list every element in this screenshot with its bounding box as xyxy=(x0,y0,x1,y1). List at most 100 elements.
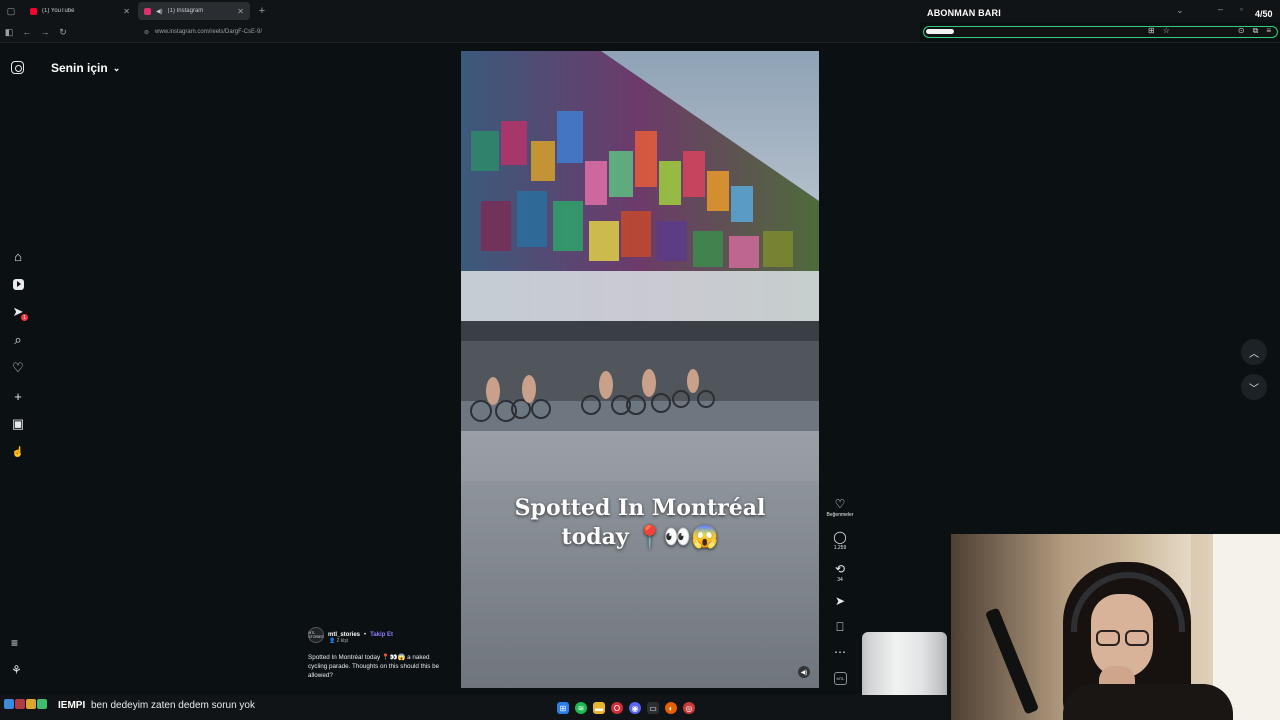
instagram-favicon-icon xyxy=(144,7,151,15)
home-icon[interactable]: ⌂ xyxy=(9,247,27,265)
feed-title: Senin için xyxy=(51,61,108,75)
repost-count: 34 xyxy=(837,577,843,583)
tab-title: (1) Instagram xyxy=(167,8,204,14)
meta-apps-icon[interactable]: ⚘ xyxy=(11,663,22,677)
sidebar-toggle-icon[interactable]: ◧ xyxy=(0,23,18,41)
separator-dot: • xyxy=(364,632,367,638)
menu-icon[interactable]: ≡ xyxy=(11,636,18,650)
reel-video[interactable]: Spotted In Montréal today 📍👀😱 ◀) xyxy=(461,51,819,688)
create-icon[interactable]: + xyxy=(9,387,27,405)
badge-icon xyxy=(4,699,14,709)
firefox-icon[interactable]: ◐ xyxy=(665,702,677,714)
previous-reel-button[interactable]: ︿ xyxy=(1241,339,1267,365)
speaker-icon[interactable]: ◀) xyxy=(156,8,163,15)
chevron-down-icon: ﹀ xyxy=(1249,383,1259,395)
share-button[interactable]: ➤ xyxy=(826,594,854,608)
reel-info: MTL STORIES mtl_stories • Takip Et 👤 2 k… xyxy=(308,627,448,680)
reels-icon[interactable] xyxy=(9,275,27,293)
close-tab-icon[interactable]: ✕ xyxy=(237,7,244,16)
tab-instagram[interactable]: ◀) (1) Instagram ✕ xyxy=(138,2,250,20)
back-icon[interactable]: ← xyxy=(18,23,36,41)
subscription-progress-bar: ⊞ ☆ ⊙ ⧉ ≡ xyxy=(923,26,1278,38)
like-button[interactable]: ♡ Beğenmeler xyxy=(826,497,854,518)
badge-icon xyxy=(26,699,36,709)
opera-icon[interactable]: O xyxy=(611,702,623,714)
new-tab-button[interactable]: + xyxy=(254,5,270,17)
caption-line-2: today 📍👀😱 xyxy=(561,524,719,550)
windows-start-icon[interactable]: ⊞ xyxy=(557,702,569,714)
taskbar-apps: ⊞ ≋ ▬ O ◉ ▭ ◐ ◎ xyxy=(557,702,695,714)
address-bar: ◧ ← → ↻ ⊜ www.instagram.com/reels/DargF-… xyxy=(0,22,920,42)
bookmark-icon: ⎕ xyxy=(836,620,844,634)
url-field[interactable]: ⊜ www.instagram.com/reels/DargF-CsE-9/ xyxy=(144,29,262,36)
badge-icon xyxy=(15,699,25,709)
dashboard-icon[interactable]: ▣ xyxy=(9,415,27,433)
terminal-icon[interactable]: ▭ xyxy=(647,702,659,714)
badge-icon xyxy=(37,699,47,709)
send-icon: ➤ xyxy=(834,594,846,608)
mute-button[interactable]: ◀) xyxy=(798,666,810,678)
chat-badges xyxy=(4,699,47,709)
subscription-bar-title: ABONMAN BARI xyxy=(927,8,1001,18)
audio-thumbnail[interactable]: MTL xyxy=(834,672,847,685)
messages-icon[interactable]: ➤ 1 xyxy=(9,303,28,321)
caption-line-1: Spotted In Montréal xyxy=(514,495,766,521)
reload-icon[interactable]: ↻ xyxy=(54,23,72,41)
next-reel-button[interactable]: ﹀ xyxy=(1241,374,1267,400)
chevron-down-icon: ⌄ xyxy=(112,62,121,73)
repost-button[interactable]: ⟲ 34 xyxy=(826,562,854,583)
discord-icon[interactable]: ◉ xyxy=(629,702,641,714)
comment-count: 1.259 xyxy=(833,545,847,551)
profile-avatar-icon[interactable]: ☝ xyxy=(9,443,27,461)
minimize-icon[interactable]: – xyxy=(1218,4,1223,14)
tab-title: (1) YouTube xyxy=(42,8,75,14)
youtube-favicon-icon xyxy=(30,7,37,15)
repost-icon: ⟲ xyxy=(834,562,846,576)
close-tab-icon[interactable]: ✕ xyxy=(123,7,130,16)
comment-icon: ◯ xyxy=(833,530,847,544)
extensions-icon[interactable]: ⧉ xyxy=(1253,26,1259,36)
person-icon: 👤 xyxy=(329,638,336,644)
spotify-icon[interactable]: ≋ xyxy=(575,702,587,714)
chat-message: ben dedeyim zaten dedem sorun yok xyxy=(91,700,255,711)
site-info-icon[interactable]: ⊜ xyxy=(144,29,149,36)
browser-icon[interactable]: ◎ xyxy=(683,702,695,714)
chevron-down-icon[interactable]: ⌄ xyxy=(1176,5,1184,16)
save-button[interactable]: ⎕ xyxy=(826,620,854,634)
instagram-logo-icon[interactable] xyxy=(11,61,24,74)
browser-tab-bar: ▢ (1) YouTube ✕ ◀) (1) Instagram ✕ + xyxy=(0,0,1280,22)
page-divider xyxy=(0,42,1280,43)
collaborators-label: 2 kişi xyxy=(336,638,349,644)
heart-icon[interactable]: ♡ xyxy=(9,359,27,377)
forward-icon[interactable]: → xyxy=(36,23,54,41)
maximize-icon[interactable]: ▫ xyxy=(1240,5,1243,14)
profile-icon[interactable]: ⊙ xyxy=(1238,26,1245,36)
search-icon[interactable]: ⌕ xyxy=(9,331,27,349)
collaborators[interactable]: 👤 2 kişi xyxy=(329,638,448,644)
notification-badge: 1 xyxy=(21,314,28,321)
webcam-microphone xyxy=(984,607,1040,715)
more-icon: ⋯ xyxy=(834,645,846,659)
colorful-building-facade xyxy=(461,51,819,351)
tab-youtube[interactable]: (1) YouTube ✕ xyxy=(24,2,136,20)
webcam-person-body xyxy=(1063,684,1233,720)
follow-button[interactable]: Takip Et xyxy=(370,632,393,638)
chat-username: IEMPI xyxy=(58,700,86,711)
comment-button[interactable]: ◯ 1.259 xyxy=(826,530,854,551)
webcam-glasses-right xyxy=(1125,630,1149,646)
feed-selector[interactable]: Senin için ⌄ xyxy=(51,61,120,75)
url-path: /reels/DargF-CsE-9/ xyxy=(208,29,263,35)
chevron-up-icon: ︿ xyxy=(1249,348,1259,360)
tab-actions-icon[interactable]: ▢ xyxy=(0,0,22,22)
more-options-button[interactable]: ⋯ xyxy=(826,645,854,659)
webcam-feed xyxy=(951,534,1280,720)
author-avatar[interactable]: MTL STORIES xyxy=(308,627,324,643)
subscription-count: 4/50 xyxy=(1255,9,1273,19)
reader-icon[interactable]: ⊞ xyxy=(1148,26,1155,36)
file-explorer-icon[interactable]: ▬ xyxy=(593,702,605,714)
menu-icon[interactable]: ≡ xyxy=(1266,26,1271,36)
webcam-glasses-left xyxy=(1096,630,1120,646)
bookmark-star-icon[interactable]: ☆ xyxy=(1163,26,1170,36)
url-host: www.instagram.com xyxy=(155,29,209,35)
reel-description[interactable]: Spotted In Montréal today 📍👀😱 a naked cy… xyxy=(308,653,448,680)
